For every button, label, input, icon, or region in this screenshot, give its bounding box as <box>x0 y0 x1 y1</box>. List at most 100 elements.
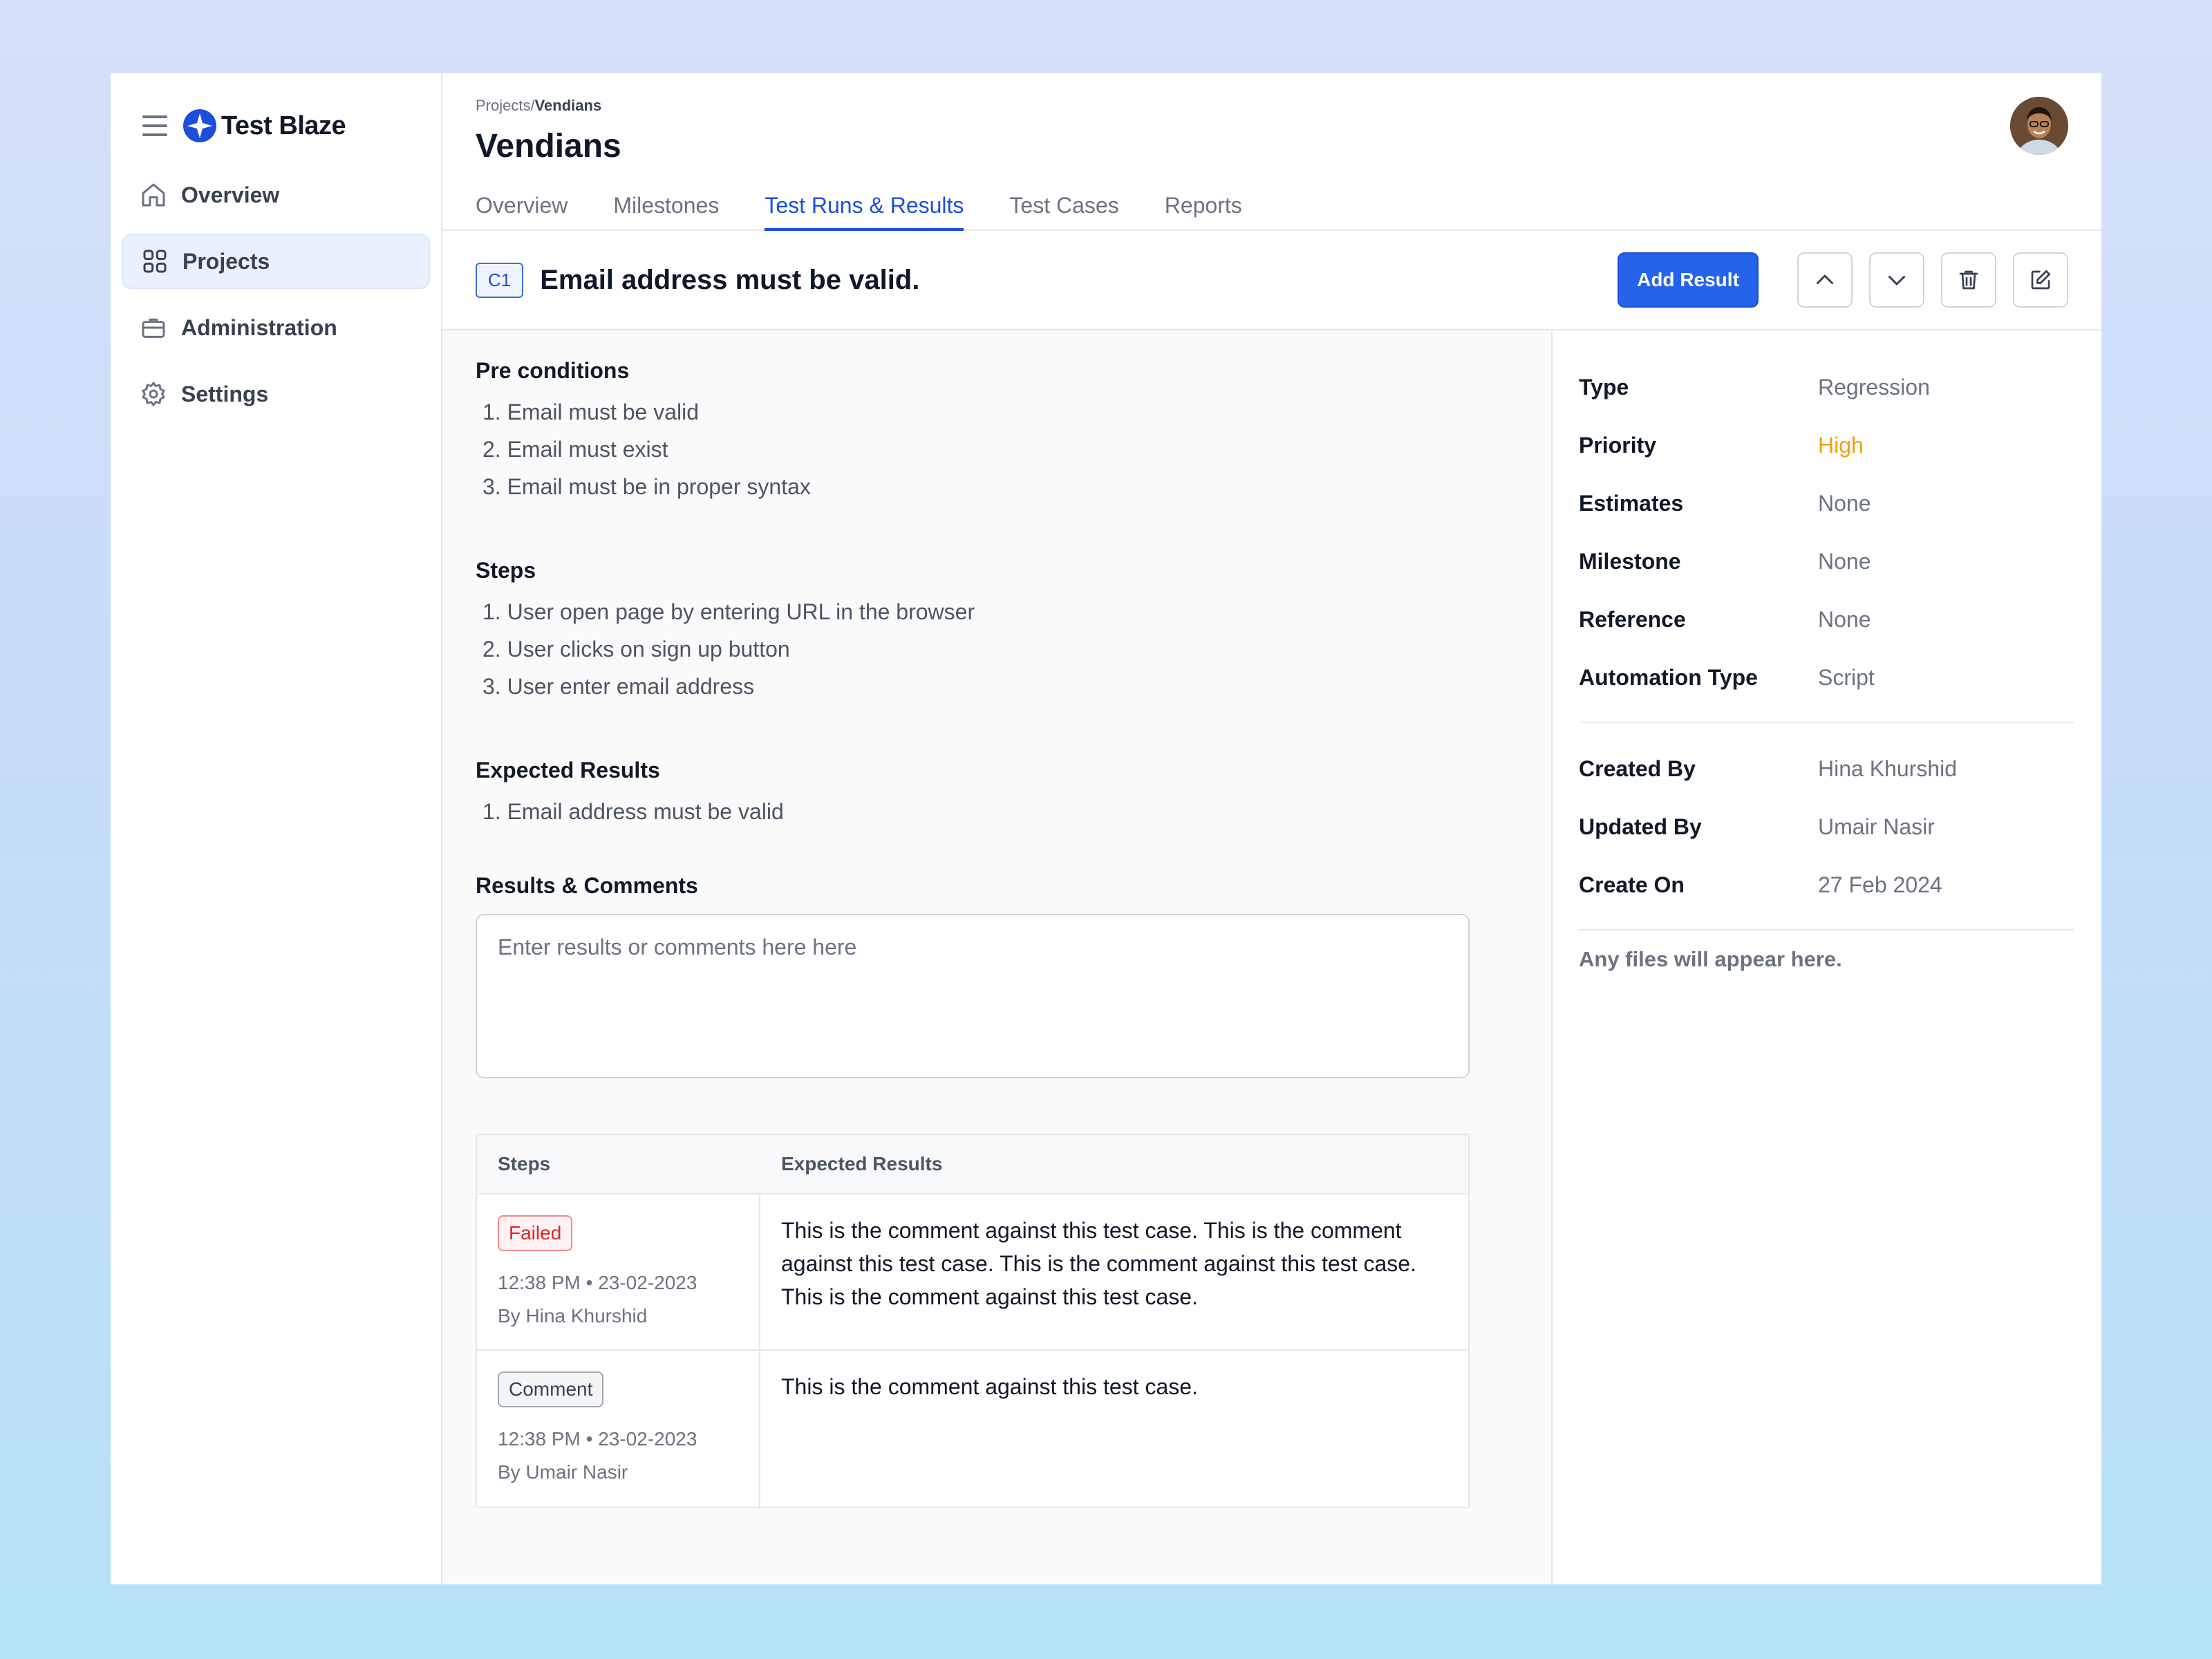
delete-button[interactable] <box>1941 252 1996 308</box>
expected-results-list: 1. Email address must be valid <box>476 793 1518 830</box>
case-title: Email address must be valid. <box>540 264 920 295</box>
property-value: Regression <box>1818 374 1930 400</box>
case-content: Pre conditions 1. Email must be valid 2.… <box>442 330 2101 1584</box>
grid-icon <box>140 246 170 276</box>
trash-icon <box>1959 270 1978 290</box>
steps-list: 1. User open page by entering URL in the… <box>476 593 1518 705</box>
add-result-button[interactable]: Add Result <box>1618 252 1759 308</box>
expected-results-title: Expected Results <box>476 758 660 782</box>
property-label: Created By <box>1579 756 1696 781</box>
result-comment: This is the comment against this test ca… <box>781 1218 1416 1309</box>
property-updated-by: Updated By Umair Nasir <box>1579 798 2074 856</box>
tab-overview[interactable]: Overview <box>476 193 568 231</box>
property-value: Script <box>1818 664 1875 690</box>
previous-case-button[interactable] <box>1797 252 1853 308</box>
property-create-on: Create On 27 Feb 2024 <box>1579 856 2074 914</box>
column-header-expected-results: Expected Results <box>781 1153 943 1174</box>
chevron-down-icon <box>1888 276 1905 285</box>
property-value: Umair Nasir <box>1818 814 1935 839</box>
steps-title: Steps <box>476 558 536 583</box>
breadcrumb: Projects/Vendians <box>476 97 2068 115</box>
chevron-up-icon <box>1817 274 1833 284</box>
main-area: Projects/Vendians Vendians Overview Mile… <box>442 73 2101 1584</box>
brand-name: Test Blaze <box>221 111 346 140</box>
tab-test-runs-results[interactable]: Test Runs & Results <box>765 193 964 231</box>
next-case-button[interactable] <box>1869 252 1924 308</box>
property-priority: Priority High <box>1579 416 2074 474</box>
tab-milestones[interactable]: Milestones <box>613 193 719 231</box>
sidebar-item-label: Projects <box>182 248 270 274</box>
sidebar-item-label: Settings <box>181 381 269 406</box>
case-properties: Type Regression Priority High Estimates … <box>1553 330 2101 1584</box>
property-created-by: Created By Hina Khurshid <box>1579 740 2074 798</box>
divider <box>1579 929 2074 930</box>
property-label: Estimates <box>1579 490 1684 516</box>
results-comments-title: Results & Comments <box>476 873 698 898</box>
logo-icon <box>183 109 216 142</box>
gear-icon <box>138 379 169 409</box>
sidebar-item-projects[interactable]: Projects <box>122 234 430 289</box>
property-automation-type: Automation Type Script <box>1579 648 2074 706</box>
sidebar-item-label: Overview <box>181 182 280 207</box>
briefcase-icon <box>138 312 169 343</box>
list-item: 1. Email must be valid <box>482 400 700 424</box>
result-timestamp: 12:38 PM • 23-02-2023 <box>498 1428 697 1450</box>
case-toolbar: C1 Email address must be valid. Add Resu… <box>442 231 2101 330</box>
property-label: Automation Type <box>1579 664 1758 690</box>
result-author: By Hina Khurshid <box>498 1305 648 1327</box>
property-label: Type <box>1579 374 1629 400</box>
preconditions-title: Pre conditions <box>476 358 630 383</box>
list-item: 3. User enter email address <box>482 674 755 699</box>
property-label: Milestone <box>1579 548 1681 574</box>
result-timestamp: 12:38 PM • 23-02-2023 <box>498 1272 697 1293</box>
table-row: Comment 12:38 PM • 23-02-2023 By Umair N… <box>477 1351 1468 1507</box>
tab-reports[interactable]: Reports <box>1165 193 1242 231</box>
property-value: 27 Feb 2024 <box>1818 872 1942 897</box>
files-empty-note: Any files will appear here. <box>1579 947 1842 971</box>
property-label: Priority <box>1579 432 1657 458</box>
edit-button[interactable] <box>2013 252 2068 308</box>
property-label: Reference <box>1579 606 1686 632</box>
sidebar: Test Blaze Overview Projects Administrat… <box>111 73 442 1584</box>
status-badge: Comment <box>498 1371 604 1407</box>
property-label: Updated By <box>1579 814 1702 839</box>
avatar[interactable] <box>2010 97 2068 155</box>
edit-icon <box>2031 270 2051 290</box>
breadcrumb-parent[interactable]: Projects/ <box>476 97 535 114</box>
list-item: 1. User open page by entering URL in the… <box>482 599 975 624</box>
results-comments-input[interactable]: Enter results or comments here here <box>476 914 1470 1078</box>
result-comment: This is the comment against this test ca… <box>781 1374 1198 1399</box>
property-value: None <box>1818 606 1871 632</box>
preconditions-list: 1. Email must be valid 2. Email must exi… <box>476 393 1518 505</box>
menu-icon[interactable] <box>142 115 167 136</box>
sidebar-item-administration[interactable]: Administration <box>122 300 430 355</box>
property-value: Hina Khurshid <box>1818 756 1957 781</box>
property-value: None <box>1818 490 1871 516</box>
sidebar-item-overview[interactable]: Overview <box>122 167 430 223</box>
column-header-steps: Steps <box>498 1153 551 1174</box>
tab-bar: Overview Milestones Test Runs & Results … <box>476 193 1288 231</box>
tab-test-cases[interactable]: Test Cases <box>1009 193 1118 231</box>
table-row: Failed 12:38 PM • 23-02-2023 By Hina Khu… <box>477 1194 1468 1351</box>
breadcrumb-current: Vendians <box>534 97 602 114</box>
sidebar-item-settings[interactable]: Settings <box>122 366 430 422</box>
list-item: 2. User clicks on sign up button <box>482 637 790 662</box>
case-details: Pre conditions 1. Email must be valid 2.… <box>442 330 1553 1584</box>
property-value: None <box>1818 548 1871 574</box>
brand: Test Blaze <box>122 104 430 148</box>
result-author: By Umair Nasir <box>498 1461 628 1483</box>
app-window: Test Blaze Overview Projects Administrat… <box>111 73 2101 1584</box>
property-milestone: Milestone None <box>1579 532 2074 590</box>
list-item: 2. Email must exist <box>482 437 668 462</box>
property-type: Type Regression <box>1579 358 2074 416</box>
divider <box>1579 722 2074 723</box>
result-meta-cell: Failed 12:38 PM • 23-02-2023 By Hina Khu… <box>477 1194 760 1349</box>
status-badge: Failed <box>498 1215 573 1251</box>
sidebar-item-label: Administration <box>181 315 337 340</box>
table-header: Steps Expected Results <box>477 1135 1468 1194</box>
list-item: 3. Email must be in proper syntax <box>482 474 811 499</box>
case-id-badge: C1 <box>476 262 524 298</box>
property-label: Create On <box>1579 872 1685 897</box>
page-title: Vendians <box>476 128 621 165</box>
list-item: 1. Email address must be valid <box>482 799 784 824</box>
